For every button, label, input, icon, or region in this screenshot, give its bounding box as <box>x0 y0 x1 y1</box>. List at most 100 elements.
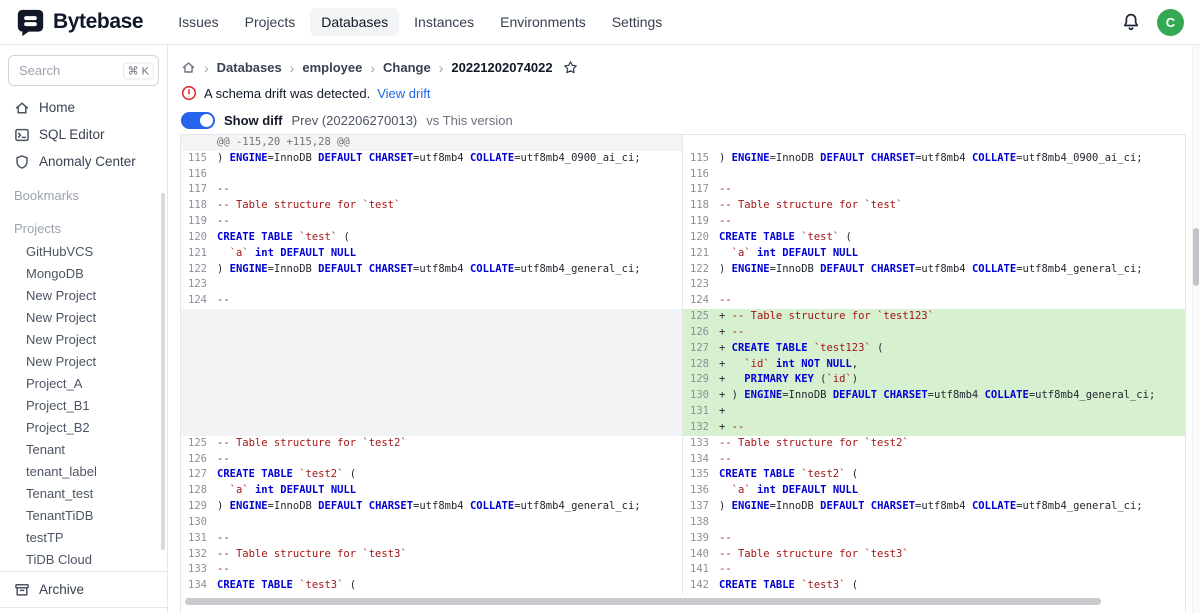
line-number <box>181 357 217 373</box>
line-number <box>683 135 719 151</box>
nav-item-databases[interactable]: Databases <box>310 8 399 36</box>
code-line: + <box>719 404 1185 420</box>
line-number: 127 <box>181 467 217 483</box>
code-line: @@ -115,20 +115,28 @@ <box>217 135 682 151</box>
sidebar-item-testtp[interactable]: testTP <box>0 527 167 549</box>
diff-row-current: 135CREATE TABLE `test2` ( <box>683 467 1185 483</box>
code-line: ) ENGINE=InnoDB DEFAULT CHARSET=utf8mb4 … <box>217 262 682 278</box>
breadcrumb-home-icon[interactable] <box>181 60 196 75</box>
home-icon <box>14 100 30 116</box>
code-line: -- <box>217 182 682 198</box>
line-number: 123 <box>683 277 719 293</box>
line-number: 119 <box>683 214 719 230</box>
diff-row-current: 136 `a` int DEFAULT NULL <box>683 483 1185 499</box>
line-number: 116 <box>181 167 217 183</box>
diff-row-current: 128+ `id` int NOT NULL, <box>683 357 1185 373</box>
breadcrumb-item-change[interactable]: Change <box>383 60 431 75</box>
code-line: -- Table structure for `test3` <box>719 547 1185 563</box>
code-line: CREATE TABLE `test3` ( <box>217 578 682 594</box>
nav-item-instances[interactable]: Instances <box>403 8 485 36</box>
sidebar-item-sql-editor[interactable]: SQL Editor <box>0 121 167 148</box>
diff-row-current: 119-- <box>683 214 1185 230</box>
page-scrollbar[interactable] <box>1193 228 1199 286</box>
sidebar-item-project-b2[interactable]: Project_B2 <box>0 417 167 439</box>
sidebar-bottom: Archive Enterprise Plan <box>0 571 167 613</box>
breadcrumb: ›Databases›employee›Change›2022120207402… <box>168 45 1200 75</box>
nav-item-issues[interactable]: Issues <box>167 8 229 36</box>
code-line: `a` int DEFAULT NULL <box>719 246 1185 262</box>
sidebar-item-githubvcs[interactable]: GitHubVCS <box>0 241 167 263</box>
code-line: + -- <box>719 420 1185 436</box>
line-number <box>181 135 217 151</box>
code-line: + CREATE TABLE `test123` ( <box>719 341 1185 357</box>
sidebar-item-home[interactable]: Home <box>0 94 167 121</box>
nav-item-settings[interactable]: Settings <box>601 8 674 36</box>
code-line: `a` int DEFAULT NULL <box>217 246 682 262</box>
sidebar-item-new-project[interactable]: New Project <box>0 307 167 329</box>
bytebase-logo[interactable]: Bytebase <box>16 8 143 37</box>
nav-item-environments[interactable]: Environments <box>489 8 597 36</box>
nav-item-projects[interactable]: Projects <box>234 8 307 36</box>
search-shortcut-badge: ⌘ K <box>123 62 154 79</box>
sidebar-item-tidb-cloud[interactable]: TiDB Cloud <box>0 549 167 571</box>
sidebar-item-tenant-test[interactable]: Tenant_test <box>0 483 167 505</box>
show-diff-toggle[interactable] <box>181 112 215 129</box>
breadcrumb-item-employee[interactable]: employee <box>302 60 362 75</box>
diff-row-previous: 118-- Table structure for `test` <box>181 198 682 214</box>
sidebar-item-project-b1[interactable]: Project_B1 <box>0 395 167 417</box>
diff-horizontal-scrollbar-track <box>185 598 1181 606</box>
diff-row-current: 124-- <box>683 293 1185 309</box>
sidebar-item-mongodb[interactable]: MongoDB <box>0 263 167 285</box>
diff-horizontal-scrollbar[interactable] <box>185 598 1101 605</box>
diff-row-previous: 134CREATE TABLE `test3` ( <box>181 578 682 594</box>
sidebar-scrollbar[interactable] <box>161 193 165 550</box>
sidebar-item-anomaly-center[interactable]: Anomaly Center <box>0 148 167 175</box>
line-number <box>181 372 217 388</box>
notifications-bell-icon[interactable] <box>1121 12 1141 32</box>
code-line: CREATE TABLE `test2` ( <box>719 467 1185 483</box>
code-line <box>217 515 682 531</box>
line-number: 124 <box>181 293 217 309</box>
line-number: 132 <box>181 547 217 563</box>
line-number <box>181 309 217 325</box>
vs-this-version-text: vs This version <box>426 113 512 128</box>
sidebar-item-new-project[interactable]: New Project <box>0 285 167 307</box>
user-avatar[interactable]: C <box>1157 9 1184 36</box>
code-line <box>217 167 682 183</box>
line-number: 139 <box>683 531 719 547</box>
code-line: -- Table structure for `test3` <box>217 547 682 563</box>
diff-row-current: 118-- Table structure for `test` <box>683 198 1185 214</box>
sidebar-item-archive[interactable]: Archive <box>0 576 167 603</box>
brand-name: Bytebase <box>53 10 143 34</box>
line-number: 130 <box>181 515 217 531</box>
line-number: 140 <box>683 547 719 563</box>
sidebar-item-new-project[interactable]: New Project <box>0 351 167 373</box>
diff-row-current: 123 <box>683 277 1185 293</box>
breadcrumb-item-20221202074022: 20221202074022 <box>451 60 552 75</box>
diff-row-previous <box>181 357 682 373</box>
diff-row-previous: 127CREATE TABLE `test2` ( <box>181 467 682 483</box>
view-drift-link[interactable]: View drift <box>377 86 430 101</box>
sidebar-item-tenant[interactable]: Tenant <box>0 439 167 461</box>
archive-icon <box>14 582 30 598</box>
diff-row-current: 140-- Table structure for `test3` <box>683 547 1185 563</box>
breadcrumb-item-databases[interactable]: Databases <box>217 60 282 75</box>
sidebar-item-project-a[interactable]: Project_A <box>0 373 167 395</box>
prev-version-text[interactable]: Prev (202206270013) <box>292 113 418 128</box>
sidebar-item-tenant-label[interactable]: tenant_label <box>0 461 167 483</box>
sidebar-item-tenanttidb[interactable]: TenantTiDB <box>0 505 167 527</box>
diff-row-current: 120CREATE TABLE `test` ( <box>683 230 1185 246</box>
code-line: -- <box>719 214 1185 230</box>
line-number: 118 <box>683 198 719 214</box>
bookmark-star-icon[interactable] <box>563 60 578 75</box>
code-line: CREATE TABLE `test` ( <box>217 230 682 246</box>
line-number: 117 <box>683 182 719 198</box>
sidebar-item-new-project[interactable]: New Project <box>0 329 167 351</box>
line-number: 134 <box>683 452 719 468</box>
code-line <box>217 277 682 293</box>
diff-row-current: 127+ CREATE TABLE `test123` ( <box>683 341 1185 357</box>
code-line: -- <box>719 452 1185 468</box>
code-line: + -- Table structure for `test123` <box>719 309 1185 325</box>
line-number <box>181 420 217 436</box>
diff-row-current: 131+ <box>683 404 1185 420</box>
